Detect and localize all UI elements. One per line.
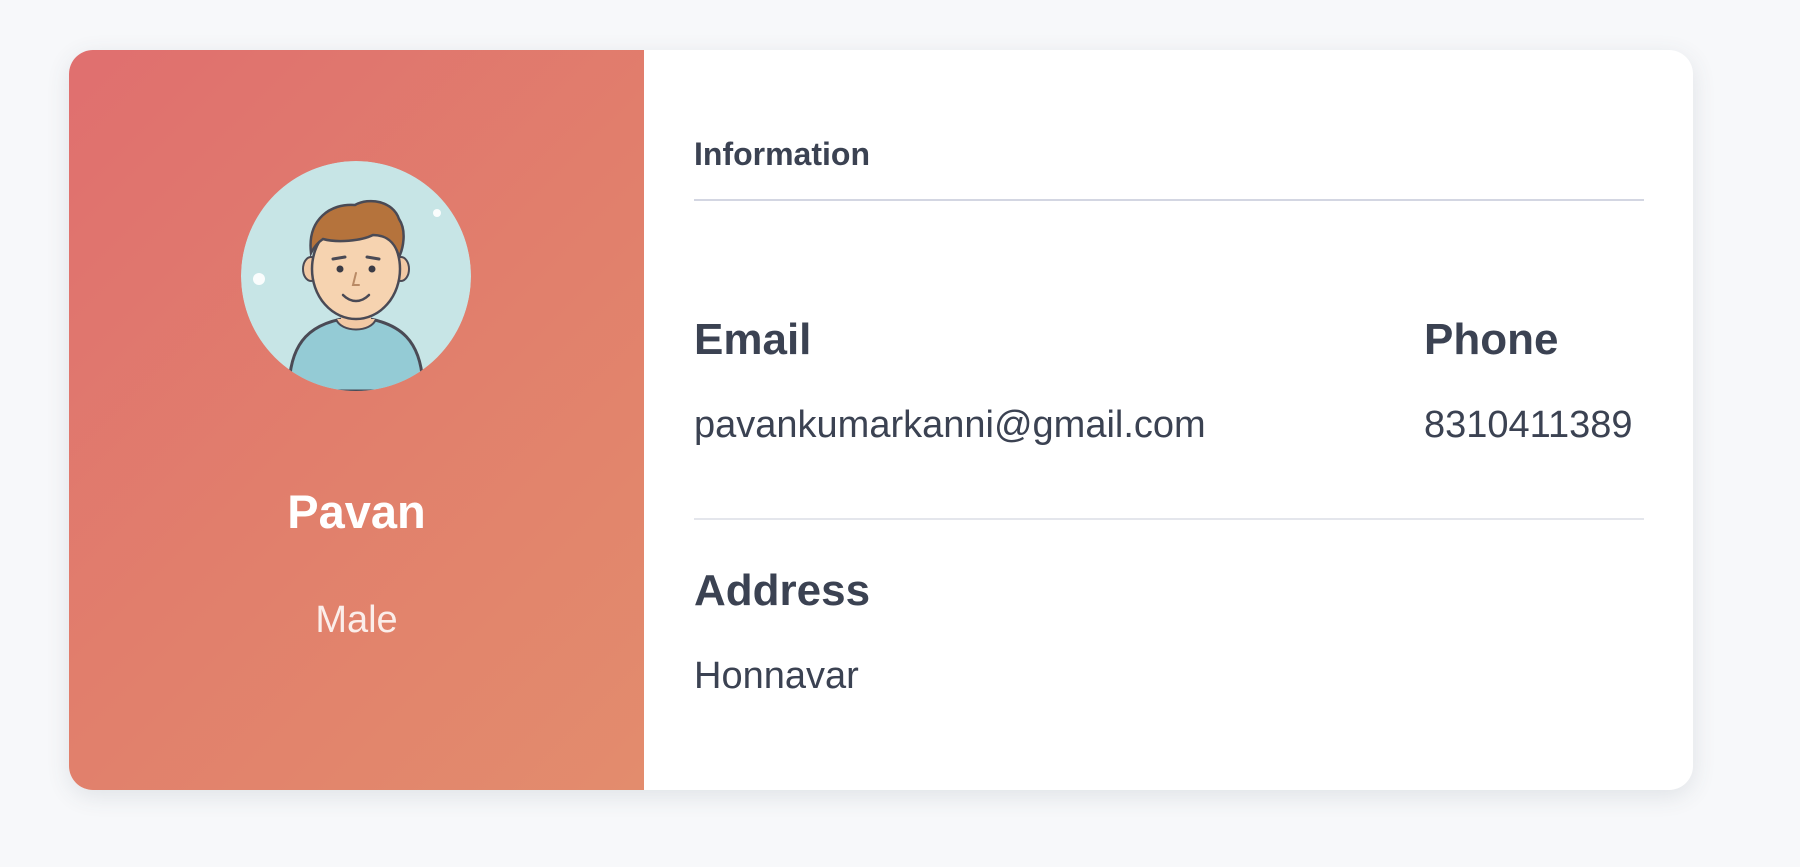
information-heading: Information: [694, 136, 870, 172]
avatar: [241, 161, 471, 391]
email-label: Email: [694, 315, 812, 364]
address-value: Honnavar: [694, 655, 859, 697]
address-label: Address: [694, 566, 871, 615]
email-value: pavankumarkanni@gmail.com: [694, 404, 1206, 446]
phone-value: 8310411389: [1424, 404, 1633, 446]
profile-card: Pavan Male Information Email pavankumark…: [69, 50, 1693, 790]
profile-name: Pavan: [287, 485, 426, 538]
field-divider: [694, 518, 1644, 520]
phone-label: Phone: [1424, 315, 1559, 364]
profile-gender: Male: [315, 599, 398, 641]
profile-panel: Pavan Male: [69, 50, 644, 790]
section-divider: [694, 199, 1644, 201]
user-avatar-icon: [241, 161, 471, 391]
information-panel: Information Email pavankumarkanni@gmail.…: [644, 50, 1693, 790]
